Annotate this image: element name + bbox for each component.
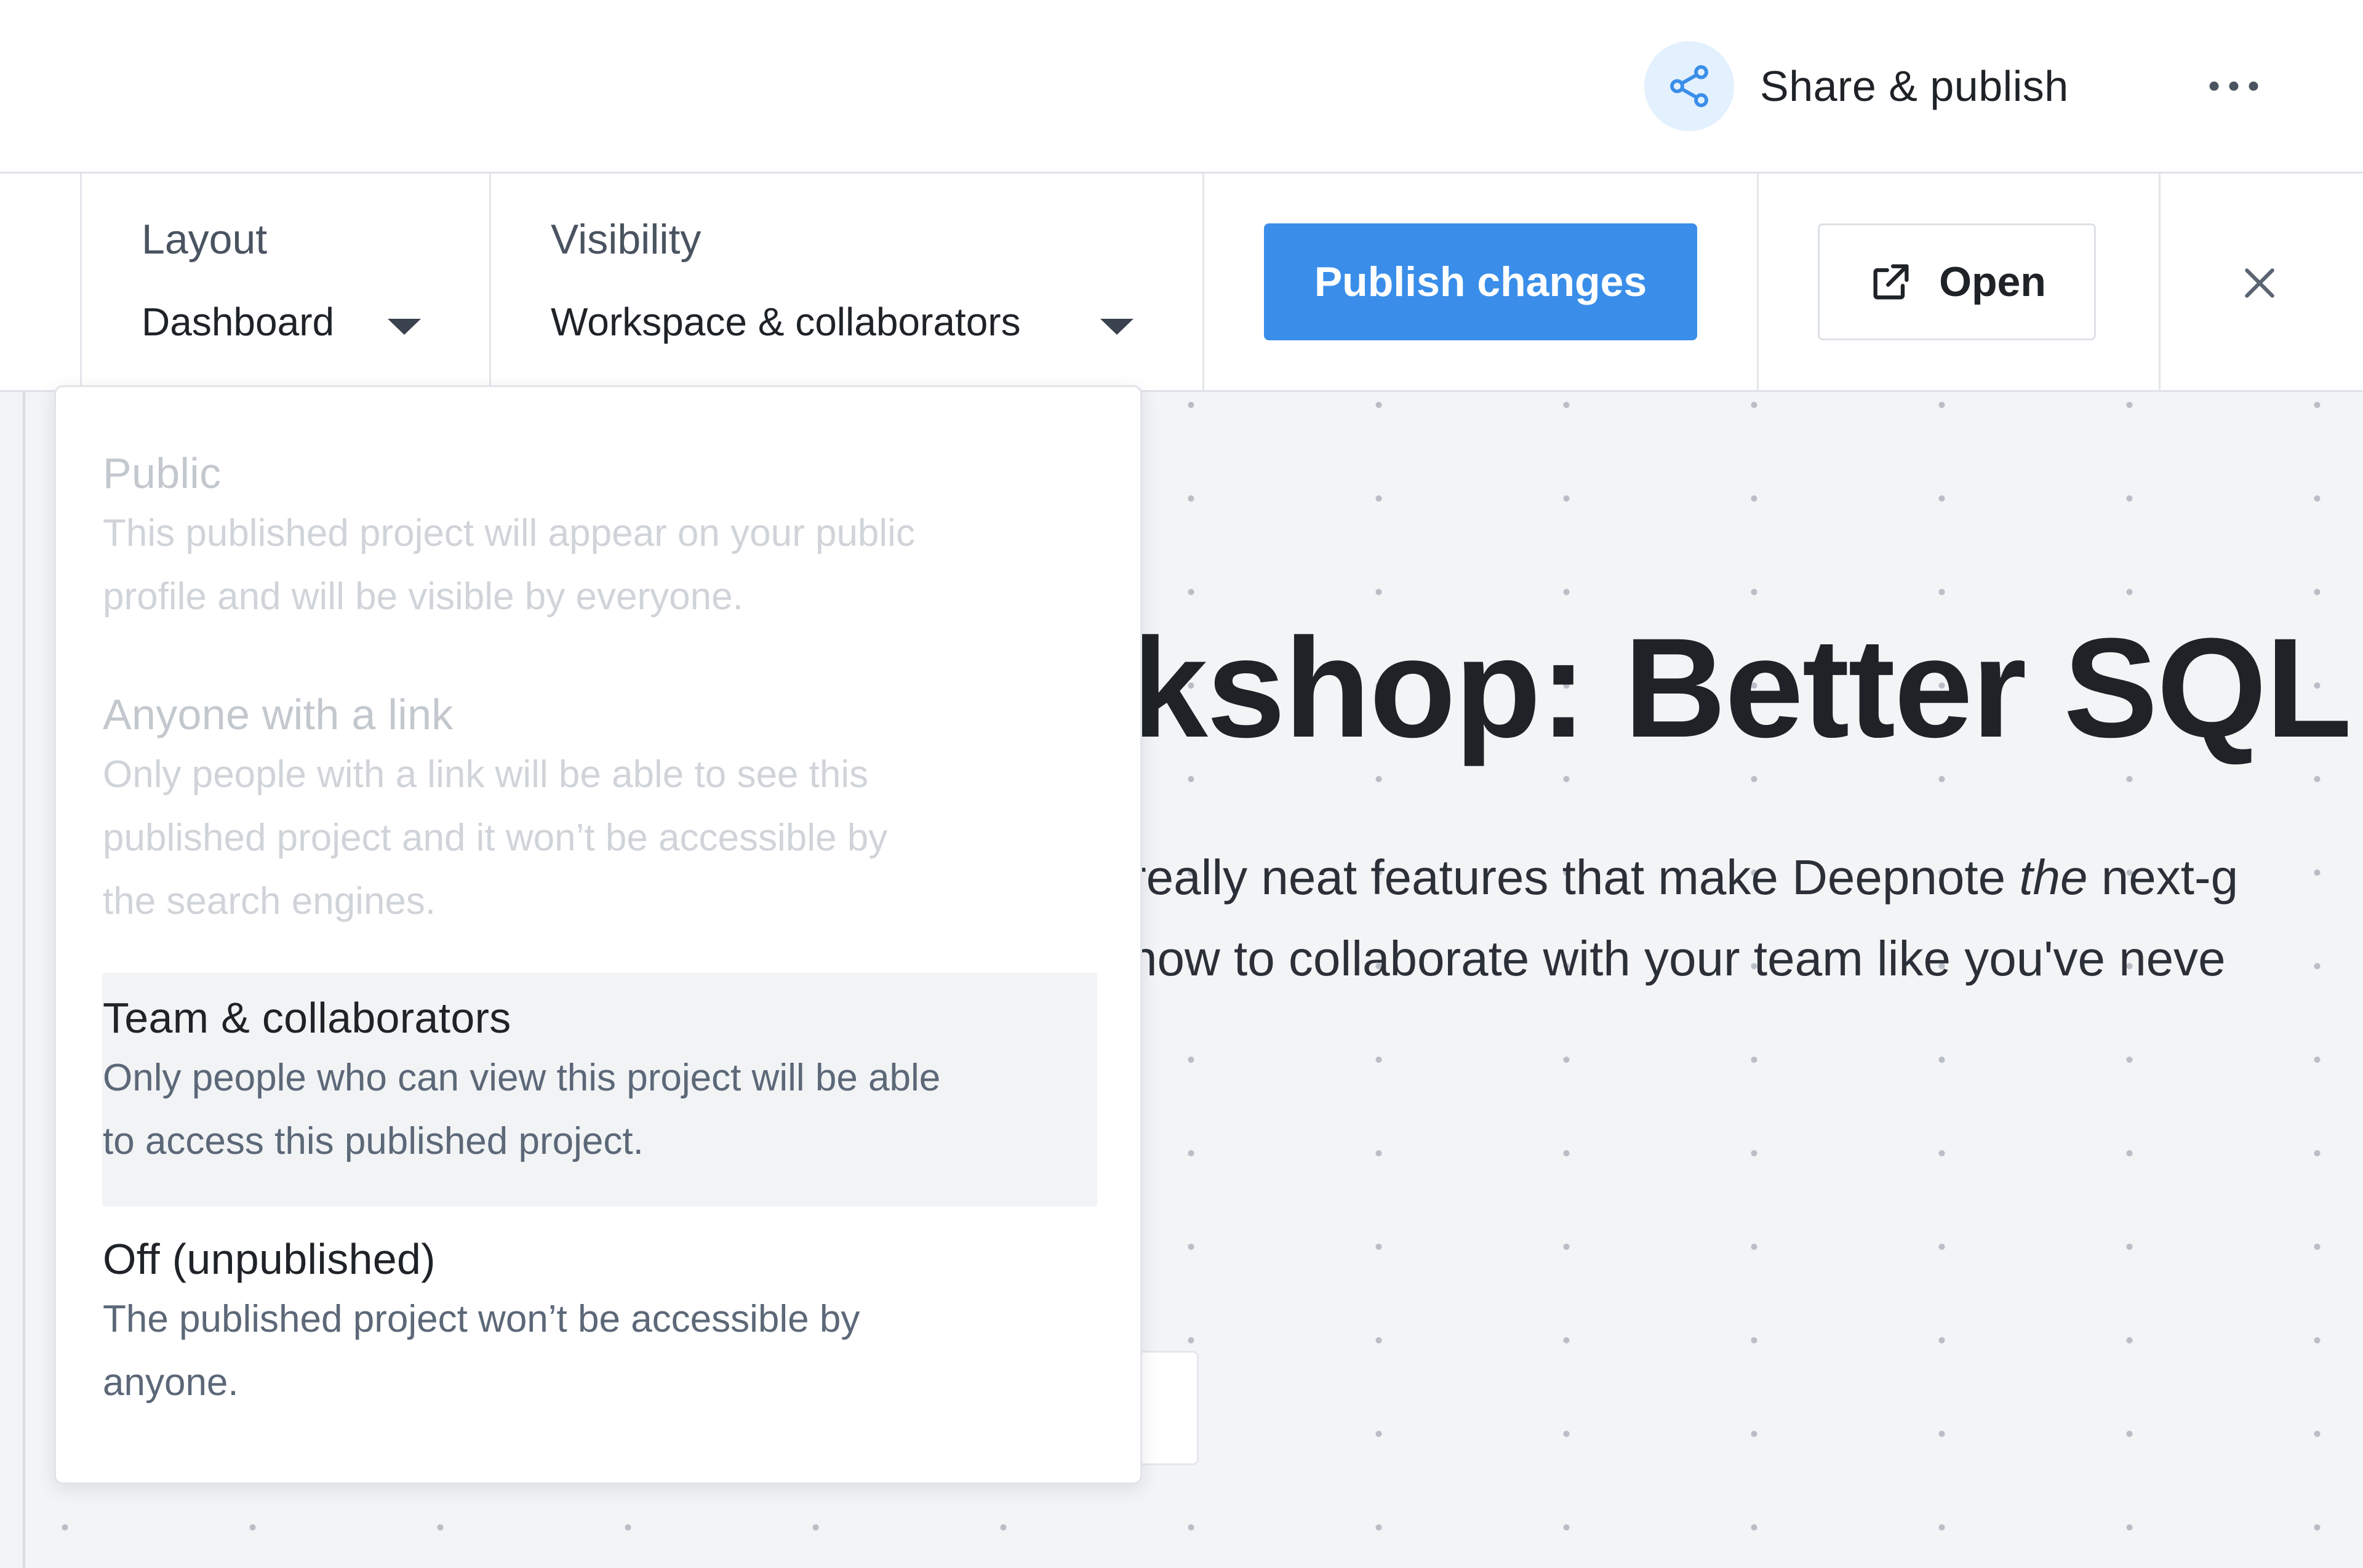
- visibility-value: Workspace & collaborators: [551, 300, 1021, 344]
- document-text-segment: really neat features that make Deepnote: [1130, 850, 2020, 905]
- document-text-segment: next-g: [2087, 850, 2239, 905]
- option-description: Only people who can view this project wi…: [103, 1046, 1112, 1173]
- visibility-option-anyone-with-link: Anyone with a link Only people with a li…: [103, 690, 1112, 933]
- option-description-line: This published project will appear on yo…: [103, 512, 915, 554]
- visibility-option-off-unpublished[interactable]: Off (unpublished) The published project …: [103, 1234, 1112, 1414]
- option-description-line: published project and it won’t be access…: [103, 817, 888, 859]
- publish-changes-button[interactable]: Publish changes: [1264, 223, 1697, 340]
- option-description-line: profile and will be visible by everyone.: [103, 575, 743, 618]
- canvas-edge-divider: [23, 392, 25, 1568]
- option-description: Only people with a link will be able to …: [103, 743, 1112, 933]
- option-description-line: anyone.: [103, 1361, 239, 1404]
- option-title: Anyone with a link: [103, 690, 454, 738]
- close-icon[interactable]: [2235, 258, 2284, 308]
- option-description-line: Only people with a link will be able to …: [103, 753, 869, 796]
- visibility-option-team-collaborators[interactable]: Team & collaborators Only people who can…: [103, 993, 1112, 1173]
- chevron-down-icon: [388, 319, 421, 335]
- option-description-line: The published project won’t be accessibl…: [103, 1298, 860, 1340]
- toolbar-divider: [489, 174, 491, 390]
- top-header: Share & publish: [0, 0, 2363, 174]
- open-button[interactable]: Open: [1818, 223, 2096, 340]
- visibility-label: Visibility: [551, 216, 702, 263]
- option-description: This published project will appear on yo…: [103, 502, 1112, 628]
- external-link-icon: [1868, 258, 1914, 305]
- share-icon: [1644, 41, 1734, 131]
- option-description-line: Only people who can view this project wi…: [103, 1057, 941, 1099]
- visibility-dropdown-menu: Public This published project will appea…: [54, 385, 1142, 1484]
- option-description-line: the search engines.: [103, 880, 436, 922]
- document-paragraph-line-1: really neat features that make Deepnote …: [1130, 849, 2238, 906]
- layout-value: Dashboard: [142, 300, 335, 344]
- toolbar-divider: [1202, 174, 1204, 390]
- more-horizontal-icon[interactable]: [2197, 68, 2271, 105]
- document-paragraph-line-2: how to collaborate with your team like y…: [1130, 931, 2226, 986]
- document-title: kshop: Better SQL: [1129, 609, 2352, 767]
- open-label: Open: [1939, 258, 2046, 305]
- option-description: The published project won’t be accessibl…: [103, 1287, 1112, 1414]
- chevron-down-icon: [1100, 319, 1134, 335]
- option-title: Off (unpublished): [103, 1235, 436, 1283]
- option-description-line: to access this published project.: [103, 1120, 644, 1162]
- toolbar-divider: [80, 174, 82, 390]
- option-title: Public: [103, 449, 222, 497]
- toolbar-divider: [1757, 174, 1759, 390]
- share-publish-button[interactable]: Share & publish: [1644, 41, 2069, 132]
- visibility-option-public: Public This published project will appea…: [103, 449, 1112, 628]
- share-publish-label: Share & publish: [1760, 62, 2069, 110]
- document-text-emphasis: the: [2019, 850, 2088, 905]
- option-title: Team & collaborators: [103, 994, 511, 1042]
- layout-label: Layout: [142, 216, 268, 263]
- toolbar-divider: [2159, 174, 2161, 390]
